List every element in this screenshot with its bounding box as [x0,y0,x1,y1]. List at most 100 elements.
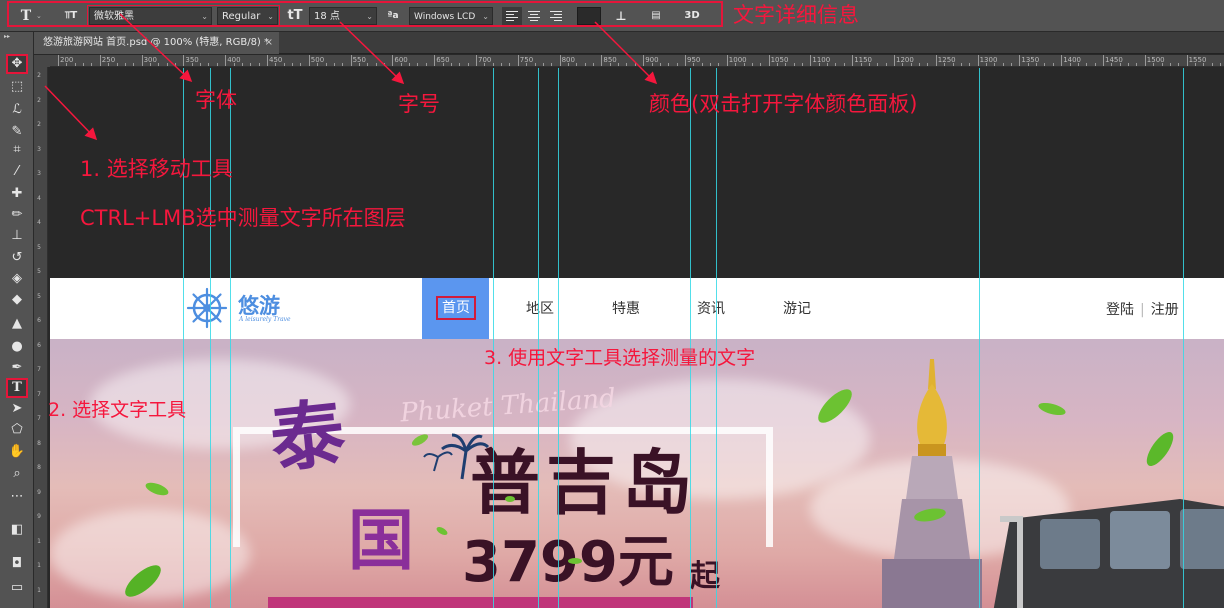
nav-travelogue[interactable]: 游记 [783,298,811,318]
nav-home-button[interactable]: 首页 [422,278,489,339]
eraser-tool-icon[interactable]: ◈ [6,269,28,289]
login-link[interactable]: 登陆 [1106,302,1134,318]
ruler-tick [509,63,511,66]
guide-line[interactable] [716,68,717,608]
annotation-step1b: CTRL+LMB选中测量文字所在图层 [80,206,406,230]
ruler-label: 1 [37,586,41,594]
shape-tool-icon[interactable]: ⬠ [6,420,28,440]
zoom-tool-icon[interactable]: ⌕ [6,464,28,484]
blur-tool-icon[interactable]: ▲ [6,314,28,334]
guide-line[interactable] [690,68,691,608]
guide-line[interactable] [230,68,231,608]
nav-deals[interactable]: 特惠 [612,298,640,318]
nav-news[interactable]: 资讯 [697,298,725,318]
ruler-tick [1161,63,1163,66]
stamp-tool-icon[interactable]: ⊥ [6,226,28,246]
guide-line[interactable] [183,68,184,608]
ruler-tick [83,63,85,66]
dodge-tool-icon[interactable]: ● [6,337,28,357]
register-link[interactable]: 注册 [1151,302,1179,318]
ruler-tick [969,63,971,66]
ruler-tick [250,63,252,66]
font-highlight [87,5,280,27]
ruler-tick [944,63,946,66]
nav-region[interactable]: 地区 [526,298,554,318]
ruler-tick [551,63,553,66]
type-tool-icon[interactable]: T [6,378,28,398]
leaf-decorations [125,389,1174,597]
ruler-tick [1077,63,1079,66]
expand-panel-icon[interactable]: ▸▸ [4,33,10,40]
more-tools-icon[interactable]: ⋯ [6,487,28,507]
ruler-tick [175,63,177,66]
ruler-tick [919,63,921,66]
color-swatches-icon[interactable]: ◧ [6,520,28,540]
ruler-tick [300,63,302,66]
guide-line[interactable] [979,68,980,608]
document-canvas[interactable]: 悠游 A leisurely Trave 首页 地区 特惠 资讯 游记 登陆 | 注… [50,68,1224,608]
ruler-tick [384,63,386,66]
ruler-tick [99,55,101,66]
ruler-tick [793,63,795,66]
screen-mode-icon[interactable]: ▭ [6,578,28,598]
ruler-tick [668,63,670,66]
nav-home-label[interactable]: 首页 [436,296,476,320]
hand-tool-icon[interactable]: ✋ [6,442,28,462]
ruler-label: 1 [37,562,41,569]
ruler-tick [776,63,778,66]
ruler-tick [542,63,544,66]
ruler-tick [534,63,536,66]
quick-mask-icon[interactable]: ◘ [6,554,28,574]
hero-banner: Phuket Thailand 泰 国 普吉岛 3799元 起 [50,339,1224,608]
ruler-tick [559,55,561,66]
ruler-tick [158,63,160,66]
history-brush-tool-icon[interactable]: ↺ [6,248,28,268]
crop-tool-icon[interactable]: ⌗ [6,140,28,160]
ruler-tick [409,63,411,66]
ruler-label: 7 [37,366,41,373]
ruler-tick [66,63,68,66]
guide-line[interactable] [558,68,559,608]
guide-line[interactable] [1183,68,1184,608]
brush-tool-icon[interactable]: ✏ [6,205,28,225]
ruler-tick [693,63,695,66]
tools-panel: ▸▸ ✥ ⬚ ℒ ✎ ⌗ ⁄ ✚ ✏ ⊥ ↺ ◈ ◆ ▲ ● ✒ T ➤ ⬠ ✋ ⌕ ⋯ ◧ ◘ ▭ [0,32,34,608]
ruler-tick [1136,63,1138,66]
ruler-tick [626,63,628,66]
ruler-tick [1027,63,1029,66]
ruler-tick [501,63,503,66]
guide-line[interactable] [493,68,494,608]
ruler-tick [166,63,168,66]
ruler-label: 6 [37,341,41,349]
lasso-tool-icon[interactable]: ℒ [6,100,28,120]
ruler-tick [108,63,110,66]
marquee-tool-icon[interactable]: ⬚ [6,77,28,97]
ruler-tick [375,63,377,66]
ruler-tick [1144,55,1146,66]
ruler-tick [459,63,461,66]
close-tab-icon[interactable]: × [265,32,273,54]
ruler-tick [726,55,728,66]
paint-bucket-tool-icon[interactable]: ◆ [6,290,28,310]
ruler-tick [149,63,151,66]
guide-line[interactable] [210,68,211,608]
ruler-tick [1036,63,1038,66]
ruler-tick [442,63,444,66]
pen-tool-icon[interactable]: ✒ [6,358,28,378]
move-tool-icon[interactable]: ✥ [6,54,28,74]
guide-line[interactable] [538,68,539,608]
ruler-tick [710,63,712,66]
ruler-tick [58,55,59,66]
eyedropper-tool-icon[interactable]: ⁄ [6,162,28,182]
document-tab[interactable]: 悠游旅游网站 首页.psd @ 100% (特惠, RGB/8) * × [34,32,279,54]
horizontal-ruler: 200 250 300 350 400 450 500 550 600 650 700 750 800 8… [50,55,1224,67]
ruler-tick [651,63,653,66]
vertical-ruler: 2 2 2 3 3 4 4 5 5 5 6 6 7 7 7 8 8 9 9 1 1 1 [34,67,48,608]
quick-select-tool-icon[interactable]: ✎ [6,122,28,142]
ruler-tick [74,63,76,66]
ruler-tick [216,63,218,66]
ruler-tick [743,63,745,66]
path-select-tool-icon[interactable]: ➤ [6,399,28,419]
ruler-tick [584,63,586,66]
healing-tool-icon[interactable]: ✚ [6,184,28,204]
